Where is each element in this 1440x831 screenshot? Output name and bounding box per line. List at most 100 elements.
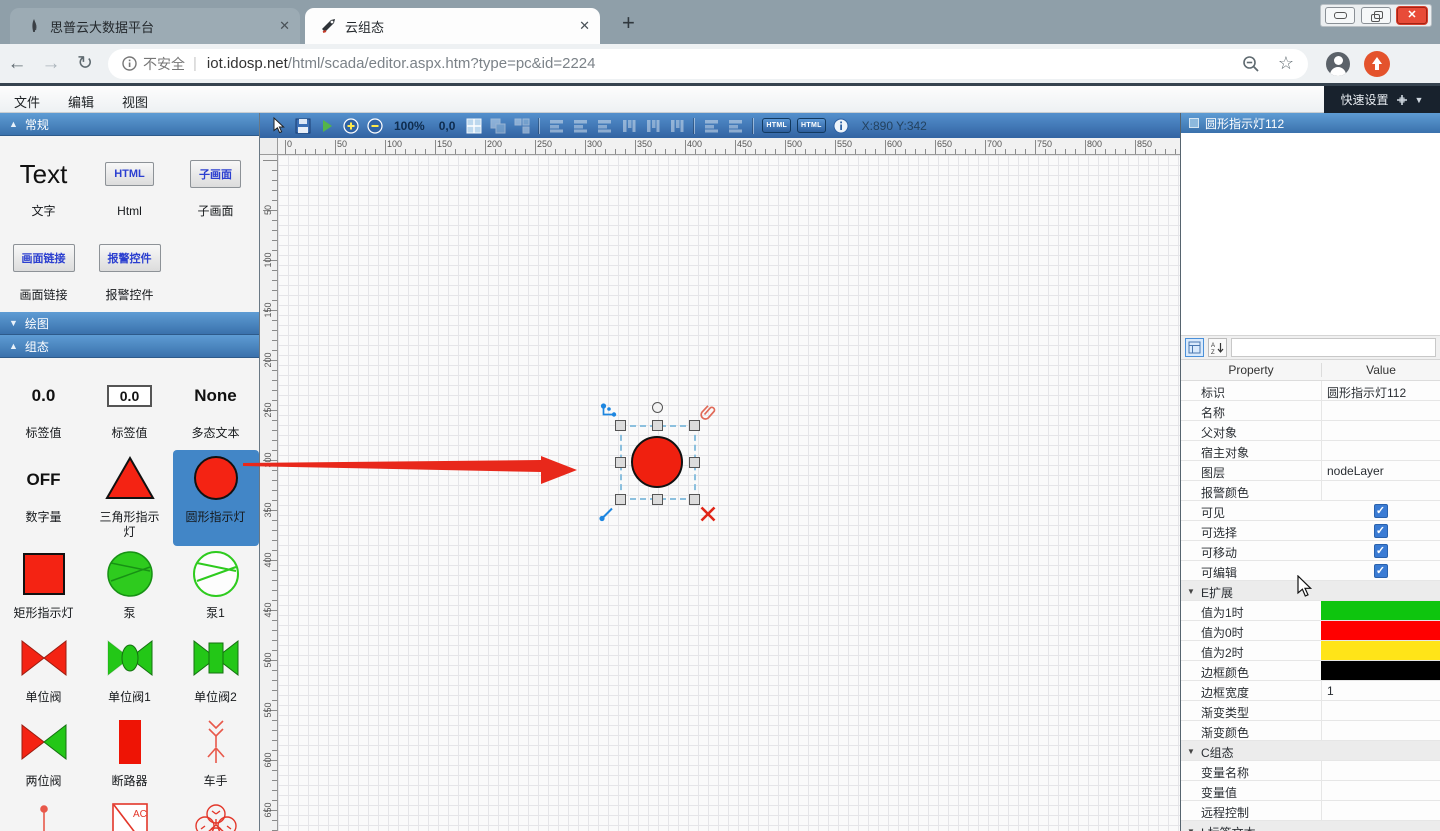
zoom-out-icon[interactable] — [366, 117, 384, 135]
palette-item-断路器[interactable]: 断路器 — [87, 714, 173, 798]
palette-item-标签值[interactable]: 0.0标签值 — [1, 366, 87, 450]
ungroup-icon[interactable] — [513, 117, 531, 135]
palette-section-header-绘图[interactable]: ▼绘图 — [0, 312, 259, 335]
zoom-out-page-icon[interactable] — [1242, 55, 1260, 73]
selection-handle[interactable] — [615, 494, 626, 505]
categorized-view-icon[interactable] — [1185, 338, 1204, 357]
restore-button[interactable] — [1361, 7, 1391, 24]
menu-item-2[interactable]: 编辑 — [54, 86, 108, 111]
palette-item-Html[interactable]: HTMLHtml — [87, 144, 173, 228]
selection-handle[interactable] — [615, 457, 626, 468]
color-swatch[interactable] — [1321, 661, 1440, 680]
palette-item-三角形指示灯[interactable]: 三角形指示灯 — [87, 450, 173, 546]
browser-update-icon[interactable] — [1364, 51, 1390, 77]
palette-item-逆变器[interactable]: ACDC逆变器 — [87, 798, 173, 831]
tab1-close-icon[interactable]: ✕ — [279, 18, 290, 34]
palette-item-矩形指示灯[interactable]: 矩形指示灯 — [1, 546, 87, 630]
property-filter-field[interactable] — [1231, 338, 1436, 357]
profile-avatar-icon[interactable] — [1326, 52, 1350, 76]
connector-anchor-icon[interactable] — [600, 403, 618, 421]
checkbox-checked-icon[interactable]: ✓ — [1374, 524, 1388, 538]
property-value[interactable] — [1321, 761, 1440, 780]
html-source-icon[interactable]: HTML — [762, 118, 791, 133]
palette-item-文字[interactable]: Text文字 — [1, 144, 87, 228]
color-swatch[interactable] — [1321, 641, 1440, 660]
html-preview-icon[interactable]: HTML — [797, 118, 826, 133]
selection-handle[interactable] — [652, 420, 663, 431]
property-value[interactable] — [1321, 441, 1440, 460]
property-value[interactable] — [1321, 481, 1440, 500]
circle-indicator-element[interactable] — [631, 436, 683, 488]
palette-item-画面链接[interactable]: 画面链接画面链接 — [1, 228, 87, 312]
palette-item-单位阀[interactable]: 单位阀 — [1, 630, 87, 714]
align-left-icon[interactable] — [548, 117, 566, 135]
attach-paperclip-icon[interactable] — [700, 404, 718, 422]
reload-icon[interactable]: ↻ — [68, 52, 102, 75]
palette-item-刀闸[interactable]: 刀闸 — [1, 798, 87, 831]
group-icon[interactable] — [489, 117, 507, 135]
menu-item-3[interactable]: 视图 — [108, 86, 162, 111]
align-middle-icon[interactable] — [644, 117, 662, 135]
bookmark-star-icon[interactable]: ☆ — [1278, 53, 1294, 74]
color-swatch[interactable] — [1321, 601, 1440, 620]
property-value[interactable] — [1321, 781, 1440, 800]
palette-item-泵[interactable]: 泵 — [87, 546, 173, 630]
checkbox-checked-icon[interactable]: ✓ — [1374, 504, 1388, 518]
browser-tab-1[interactable]: 思普云大数据平台 ✕ — [10, 8, 300, 44]
align-center-h-icon[interactable] — [572, 117, 590, 135]
rotation-handle[interactable] — [652, 402, 663, 413]
new-tab-button[interactable]: + — [622, 12, 635, 34]
cursor-icon[interactable] — [270, 117, 288, 135]
palette-item-PT[interactable]: PT — [173, 798, 259, 831]
palette-item-单位阀1[interactable]: 单位阀1 — [87, 630, 173, 714]
palette-item-报警控件[interactable]: 报警控件报警控件 — [87, 228, 173, 312]
color-swatch[interactable] — [1321, 621, 1440, 640]
property-value[interactable]: nodeLayer — [1321, 461, 1440, 480]
property-group-C组态[interactable]: ▼C组态 — [1181, 741, 1440, 761]
checkbox-checked-icon[interactable]: ✓ — [1374, 564, 1388, 578]
selection-handle[interactable] — [689, 457, 700, 468]
palette-item-单位阀2[interactable]: 单位阀2 — [173, 630, 259, 714]
line-anchor-icon[interactable] — [598, 505, 616, 523]
property-group-L标签文本[interactable]: ▼L标签文本 — [1181, 821, 1440, 831]
selection-handle[interactable] — [615, 420, 626, 431]
palette-item-多态文本[interactable]: None多态文本 — [173, 366, 259, 450]
palette-item-子画面[interactable]: 子画面子画面 — [173, 144, 259, 228]
palette-section-header-组态[interactable]: ▲组态 — [0, 335, 259, 358]
close-button[interactable]: ✕ — [1397, 7, 1427, 24]
chevron-down-icon[interactable]: ▼ — [1415, 95, 1424, 105]
url-input[interactable]: 不安全 | iot.idosp.net /html/scada/editor.a… — [108, 49, 1308, 79]
same-height-icon[interactable] — [727, 117, 745, 135]
property-value[interactable] — [1321, 801, 1440, 820]
quick-settings-button[interactable]: 快速设置 ▼ — [1324, 86, 1440, 113]
align-right-icon[interactable] — [596, 117, 614, 135]
tab2-close-icon[interactable]: ✕ — [579, 18, 590, 34]
design-canvas[interactable] — [278, 155, 1180, 831]
back-icon[interactable]: ← — [0, 53, 34, 75]
property-value[interactable] — [1321, 701, 1440, 720]
property-value[interactable] — [1321, 421, 1440, 440]
property-value[interactable]: 1 — [1321, 681, 1440, 700]
selection-handle[interactable] — [689, 494, 700, 505]
palette-item-车手[interactable]: 车手 — [173, 714, 259, 798]
save-icon[interactable] — [294, 117, 312, 135]
menu-item-1[interactable]: 文件 — [0, 86, 54, 111]
palette-item-数字量[interactable]: OFF数字量 — [1, 450, 87, 546]
palette-item-泵1[interactable]: 泵1 — [173, 546, 259, 630]
delete-x-icon[interactable] — [699, 505, 717, 523]
zoom-in-icon[interactable] — [342, 117, 360, 135]
same-width-icon[interactable] — [703, 117, 721, 135]
info-icon[interactable] — [832, 117, 850, 135]
grid-toggle-icon[interactable] — [465, 117, 483, 135]
property-value[interactable]: 圆形指示灯112 — [1321, 381, 1440, 400]
align-top-icon[interactable] — [620, 117, 638, 135]
checkbox-checked-icon[interactable]: ✓ — [1374, 544, 1388, 558]
property-value[interactable] — [1321, 401, 1440, 420]
forward-icon[interactable]: → — [34, 53, 68, 75]
minimize-button[interactable] — [1325, 7, 1355, 24]
align-bottom-icon[interactable] — [668, 117, 686, 135]
selection-handle[interactable] — [689, 420, 700, 431]
sort-az-icon[interactable]: AZ — [1208, 338, 1227, 357]
palette-item-两位阀[interactable]: 两位阀 — [1, 714, 87, 798]
selection-handle[interactable] — [652, 494, 663, 505]
